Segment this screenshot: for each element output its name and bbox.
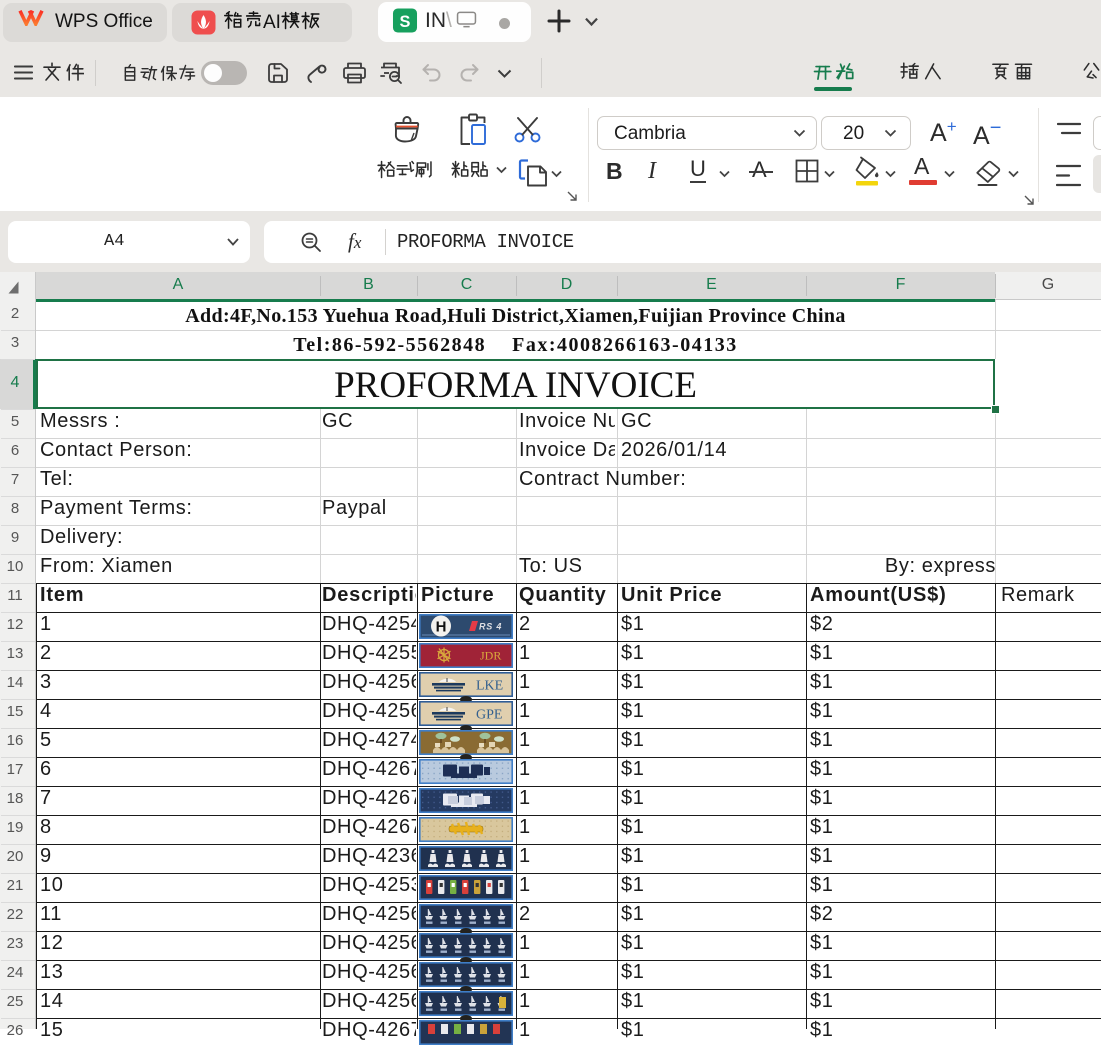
- svg-text:LKE: LKE: [476, 679, 503, 694]
- svg-text:H: H: [436, 619, 447, 636]
- svg-text:RS 4: RS 4: [479, 622, 502, 632]
- svg-text:JDR: JDR: [480, 649, 501, 663]
- svg-text:GPE: GPE: [476, 708, 502, 723]
- svg-text:S: S: [400, 13, 411, 31]
